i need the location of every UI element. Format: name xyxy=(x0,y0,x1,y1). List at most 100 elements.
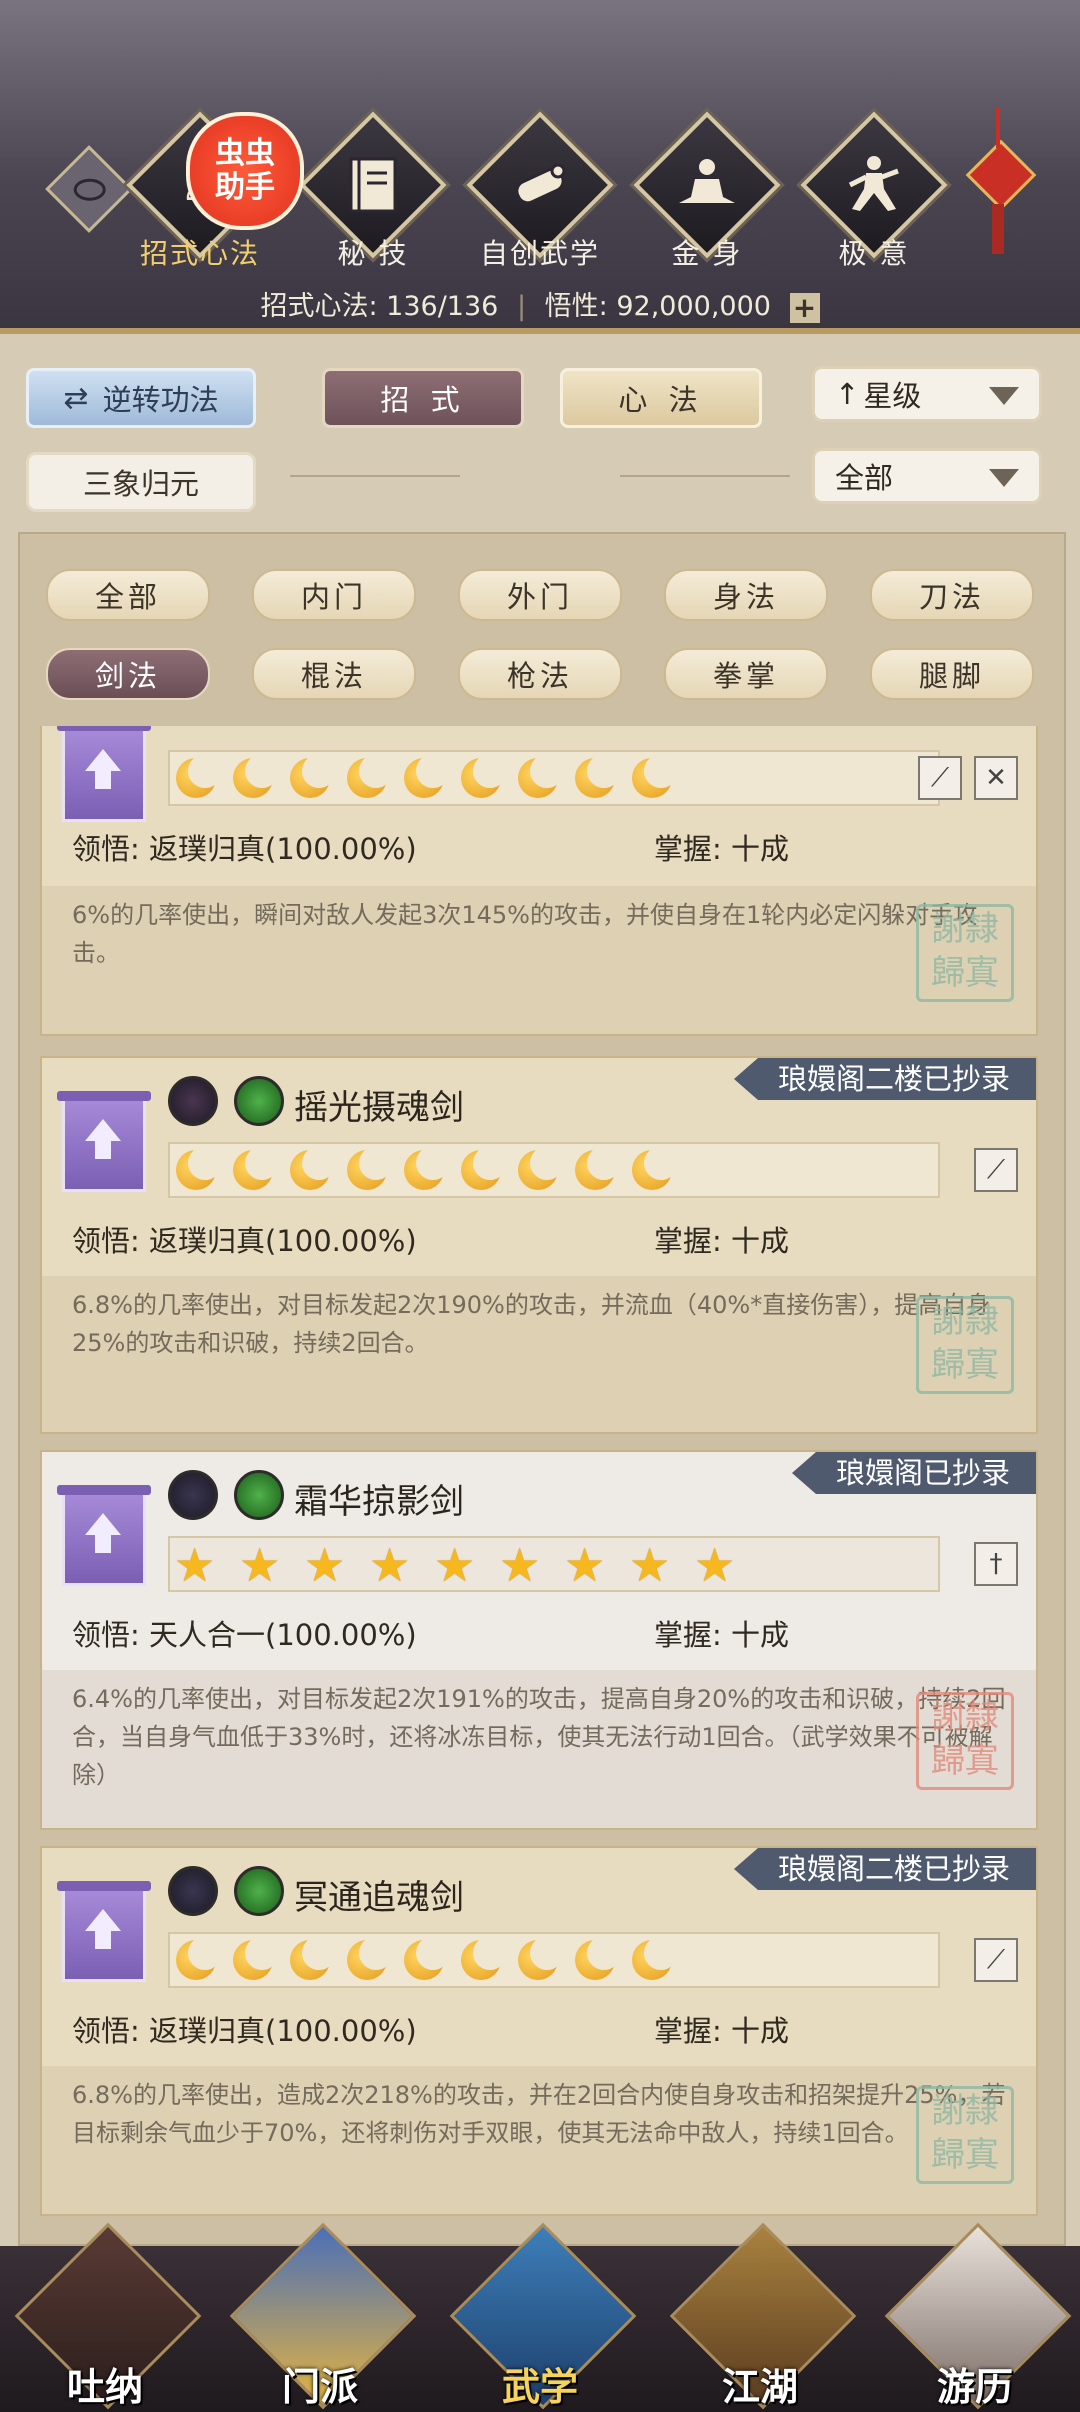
filter-spear[interactable]: 枪法 xyxy=(458,648,622,700)
reverse-technique-button[interactable]: ⇄ 逆转功法 xyxy=(26,368,256,428)
insight-value: 92,000,000 xyxy=(616,291,771,322)
skill-card[interactable]: 琅嬛阁已抄录 霜华掠影剑 ★ ★ ★ ★ ★ ★ ★ ★ ★ † 领悟: 天人合… xyxy=(40,1450,1038,1830)
copied-tag: 琅嬛阁二楼已抄录 xyxy=(733,1058,1036,1100)
filter-label: 棍法 xyxy=(300,659,367,693)
charm-ornament-icon[interactable] xyxy=(965,108,1037,258)
level-bar: ★ ★ ★ ★ ★ ★ ★ ★ ★ xyxy=(168,1536,940,1592)
nav-label: 江湖 xyxy=(721,2365,798,2409)
star-icon: ★ xyxy=(304,1538,346,1592)
tab-secret-skill[interactable] xyxy=(299,111,447,259)
chevron-down-icon xyxy=(989,387,1019,405)
filter-label: 身法 xyxy=(712,580,779,614)
nav-label: 武学 xyxy=(501,2365,578,2409)
moon-icon xyxy=(575,1146,621,1190)
tab-moves-label: 招 式 xyxy=(380,383,466,417)
nav-travel[interactable]: 游历 xyxy=(884,2222,1072,2410)
star-icon: ★ xyxy=(174,1538,216,1592)
nav-jianghu[interactable]: 江湖 xyxy=(669,2222,857,2410)
filter-label: 外门 xyxy=(506,580,573,614)
comprehension: 领悟: 返璞归真(100.00%) xyxy=(72,1224,417,1258)
nav-martial-arts[interactable]: 武学 xyxy=(449,2222,637,2410)
filter-label: 拳掌 xyxy=(712,659,779,693)
filter-inner-sect[interactable]: 内门 xyxy=(252,569,416,621)
star-icon: ★ xyxy=(629,1538,671,1592)
filter-outer-sect[interactable]: 外门 xyxy=(458,569,622,621)
tab-label: 自创武学 xyxy=(479,237,600,270)
moon-icon xyxy=(575,1936,621,1980)
tab-label: 招式心法 xyxy=(139,237,260,270)
filter-label: 枪法 xyxy=(506,659,573,693)
skill-card[interactable]: 琅嬛阁二楼已抄录 冥通追魂剑 ⟋ 领悟: 返璞归真(100.00%) 掌握: 十… xyxy=(40,1846,1038,2216)
mastery: 掌握: 十成 xyxy=(654,832,790,866)
meditation-icon xyxy=(679,159,735,203)
crossed-swords-icon[interactable]: ✕ xyxy=(974,756,1018,800)
helper-badge[interactable]: 虫虫助手 xyxy=(186,112,304,230)
star-icon: ★ xyxy=(694,1538,736,1592)
seal-stamp: 謝隸歸寘 xyxy=(916,2086,1014,2184)
tab-golden-body[interactable] xyxy=(633,111,781,259)
skill-card[interactable]: 琅嬛阁二楼已抄录 摇光摄魂剑 ⟋ 领悟: 返璞归真(100.00%) 掌握: 十… xyxy=(40,1056,1038,1434)
moon-icon xyxy=(290,754,336,798)
skill-list[interactable]: ⟋ ✕ 领悟: 返璞归真(100.00%) 掌握: 十成 6%的几率使出，瞬间对… xyxy=(0,726,1080,2216)
moon-icon xyxy=(233,1146,279,1190)
rank-banner-icon xyxy=(57,1485,151,1586)
moon-icon xyxy=(461,1936,507,1980)
star-icon: ★ xyxy=(239,1538,281,1592)
tab-ultimate-intent[interactable] xyxy=(800,111,948,259)
snowflake-skill-icon xyxy=(168,1866,218,1916)
filter-label: 腿脚 xyxy=(918,659,985,693)
sword-type-icon[interactable]: ⟋ xyxy=(974,1938,1018,1982)
helper-badge-label: 虫虫助手 xyxy=(215,136,275,205)
header-divider xyxy=(0,328,1080,334)
sort-dropdown[interactable]: ↑ 星级 xyxy=(812,366,1042,422)
filter-legs[interactable]: 腿脚 xyxy=(870,648,1034,700)
filter-label: 刀法 xyxy=(918,580,985,614)
nav-sect[interactable]: 门派 xyxy=(229,2222,417,2410)
tab-mind-method[interactable]: 心 法 xyxy=(560,368,762,428)
moon-icon xyxy=(347,1936,393,1980)
filter-fist-palm[interactable]: 拳掌 xyxy=(664,648,828,700)
skill-name: 摇光摄魂剑 xyxy=(294,1088,464,1128)
moves-count-label: 招式心法: xyxy=(260,291,378,322)
sword-skill-icon xyxy=(234,1470,284,1520)
tab-self-created[interactable] xyxy=(466,111,614,259)
sword-type-icon[interactable]: ⟋ xyxy=(974,1148,1018,1192)
comprehension: 领悟: 返璞归真(100.00%) xyxy=(72,832,417,866)
level-bar xyxy=(168,1142,940,1198)
moon-icon xyxy=(233,1936,279,1980)
tab-moves[interactable]: 招 式 xyxy=(322,368,524,428)
moon-icon xyxy=(518,1936,564,1980)
skill-card[interactable]: ⟋ ✕ 领悟: 返璞归真(100.00%) 掌握: 十成 6%的几率使出，瞬间对… xyxy=(40,726,1038,1036)
moon-icon xyxy=(461,754,507,798)
filter-movement[interactable]: 身法 xyxy=(664,569,828,621)
star-icon: ★ xyxy=(434,1538,476,1592)
filter-blade[interactable]: 刀法 xyxy=(870,569,1034,621)
divider-ornament xyxy=(620,475,790,477)
moon-icon xyxy=(176,1936,222,1980)
moon-icon xyxy=(290,1936,336,1980)
sword-type-icon[interactable]: † xyxy=(974,1542,1018,1586)
category-dropdown[interactable]: 全部 xyxy=(812,448,1042,504)
tab-mind-label: 心 法 xyxy=(618,383,704,417)
filter-all[interactable]: 全部 xyxy=(46,569,210,621)
moon-icon xyxy=(404,754,450,798)
seal-stamp: 謝隸歸寘 xyxy=(916,1296,1014,1394)
filter-sword[interactable]: 剑法 xyxy=(46,648,210,700)
add-insight-button[interactable]: + xyxy=(789,292,820,323)
moon-icon xyxy=(461,1146,507,1190)
sword-type-icon[interactable]: ⟋ xyxy=(918,756,962,800)
moon-icon xyxy=(290,1146,336,1190)
moon-icon xyxy=(518,754,564,798)
sanxiang-label: 三象归元 xyxy=(82,467,199,501)
sanxiang-button[interactable]: 三象归元 xyxy=(26,452,256,512)
level-bar xyxy=(168,1932,940,1988)
nav-breathing[interactable]: 吐纳 xyxy=(14,2222,202,2410)
filter-label: 全部 xyxy=(94,580,161,614)
tab-label: 秘 技 xyxy=(337,237,409,270)
filter-staff[interactable]: 棍法 xyxy=(252,648,416,700)
category-label: 全部 xyxy=(835,461,894,495)
comprehension: 领悟: 返璞归真(100.00%) xyxy=(72,2014,417,2048)
filter-label: 剑法 xyxy=(94,659,161,693)
moon-icon xyxy=(176,754,222,798)
copied-tag: 琅嬛阁已抄录 xyxy=(791,1452,1036,1494)
